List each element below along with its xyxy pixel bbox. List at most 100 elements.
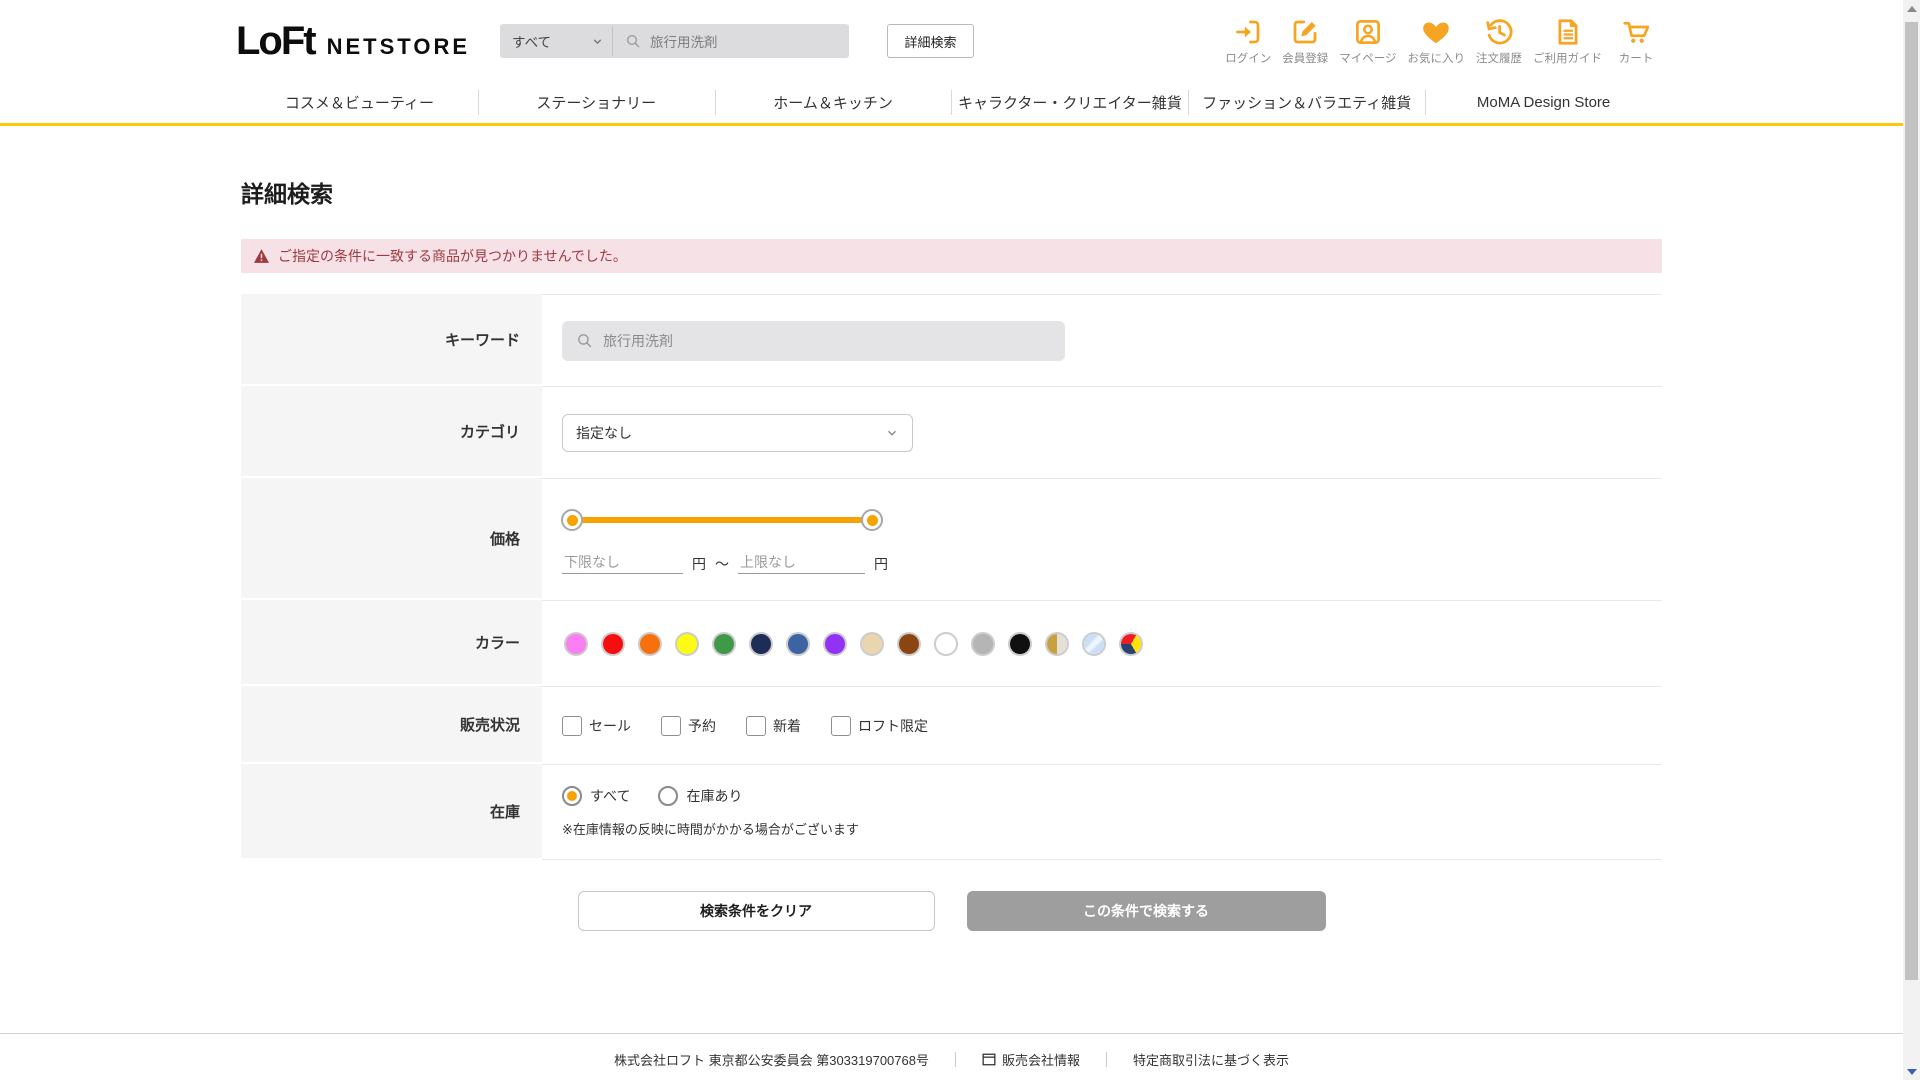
color-row: カラー xyxy=(241,600,1662,686)
color-swatch-green[interactable] xyxy=(714,633,734,654)
radio-button[interactable] xyxy=(562,786,582,806)
advanced-search-button[interactable]: 詳細検索 xyxy=(887,24,975,58)
search-pill: すべて xyxy=(500,24,850,58)
color-swatch-multicolor[interactable] xyxy=(1121,633,1141,654)
nav-item-stationery[interactable]: ステーショナリー xyxy=(477,82,715,123)
alert-message: ご指定の条件に一致する商品が見つかりませんでした。 xyxy=(278,248,627,264)
quicklink-label: 注文履歴 xyxy=(1476,52,1522,65)
quicklink-label: マイページ xyxy=(1339,52,1397,65)
scrollbar-up-arrow[interactable] xyxy=(1903,0,1920,17)
checkbox-label: 新着 xyxy=(773,717,801,734)
nav-item-fashion-variety[interactable]: ファッション＆バラエティ雑貨 xyxy=(1188,82,1425,123)
form-actions: 検索条件をクリア この条件で検索する xyxy=(241,891,1662,931)
checkbox-box[interactable] xyxy=(661,715,681,736)
header-search-input[interactable] xyxy=(650,33,841,49)
checkbox-label: ロフト限定 xyxy=(858,717,928,734)
checkbox-box[interactable] xyxy=(746,715,766,736)
quicklink-label: カート xyxy=(1618,52,1654,65)
radio-all[interactable]: すべて xyxy=(562,786,630,806)
heart-icon xyxy=(1421,17,1451,47)
page: LoFt NETSTORE すべて 詳細検索 xyxy=(0,0,1903,1080)
search-category-value: すべて xyxy=(512,35,552,50)
color-swatches xyxy=(562,633,1662,654)
category-nav: コスメ＆ビューティー ステーショナリー ホーム＆キッチン キャラクター・クリエイ… xyxy=(0,82,1903,126)
color-swatch-red[interactable] xyxy=(603,633,623,654)
color-swatch-black[interactable] xyxy=(1010,633,1030,654)
loft-logo[interactable]: LoFt NETSTORE xyxy=(236,19,470,64)
clear-conditions-button[interactable]: 検索条件をクリア xyxy=(577,891,935,931)
search-with-conditions-button[interactable]: この条件で検索する xyxy=(966,891,1326,931)
radio-in-stock[interactable]: 在庫あり xyxy=(658,786,742,806)
register-icon xyxy=(1290,17,1320,47)
checkbox-box[interactable] xyxy=(562,715,582,736)
quicklink-label: ログイン xyxy=(1225,52,1272,65)
login-icon xyxy=(1233,17,1263,47)
color-swatch-white[interactable] xyxy=(936,633,956,654)
category-label: カテゴリ xyxy=(241,386,542,478)
color-swatch-pink[interactable] xyxy=(566,633,586,654)
vertical-scrollbar[interactable] xyxy=(1903,0,1920,1080)
register-link[interactable]: 会員登録 xyxy=(1282,17,1328,66)
category-select[interactable]: 指定なし xyxy=(562,413,913,452)
color-swatch-navy[interactable] xyxy=(751,633,771,654)
price-slider-min-handle[interactable] xyxy=(561,509,583,531)
page-title: 詳細検索 xyxy=(241,181,333,207)
cart-link[interactable]: カート xyxy=(1613,17,1659,66)
order-history-link[interactable]: 注文履歴 xyxy=(1476,17,1522,66)
price-min-input[interactable] xyxy=(562,551,683,574)
footer-link-commercial-law[interactable]: 特定商取引法に基づく表示 xyxy=(1133,1050,1289,1069)
radio-button[interactable] xyxy=(658,786,679,806)
color-swatch-gold-silver[interactable] xyxy=(1047,633,1067,654)
search-icon xyxy=(576,332,593,349)
category-row: カテゴリ 指定なし xyxy=(241,386,1662,478)
scrollbar-thumb[interactable] xyxy=(1905,22,1918,980)
stock-note: ※在庫情報の反映に時間がかかる場合がございます xyxy=(562,822,859,837)
radio-label: すべて xyxy=(590,788,631,804)
radio-label: 在庫あり xyxy=(686,788,743,804)
color-swatch-beige[interactable] xyxy=(862,633,882,654)
checkbox-preorder[interactable]: 予約 xyxy=(661,715,716,736)
mypage-link[interactable]: マイページ xyxy=(1339,17,1397,66)
keyword-input[interactable] xyxy=(603,332,1023,349)
search-form: キーワード カテゴリ 指定なし xyxy=(241,294,1662,860)
checkbox-loft-exclusive[interactable]: ロフト限定 xyxy=(831,715,928,736)
cart-icon xyxy=(1621,17,1651,47)
color-swatch-gray[interactable] xyxy=(973,633,993,654)
color-swatch-yellow[interactable] xyxy=(677,633,697,654)
keyword-label: キーワード xyxy=(241,294,542,386)
top-bar: LoFt NETSTORE すべて 詳細検索 xyxy=(0,0,1903,82)
scrollbar-down-arrow[interactable] xyxy=(1903,1063,1920,1080)
category-select-value: 指定なし xyxy=(576,424,632,441)
footer-link-label: 販売会社情報 xyxy=(1001,1053,1080,1068)
nav-item-moma-design-store[interactable]: MoMA Design Store xyxy=(1425,82,1662,123)
checkbox-label: 予約 xyxy=(688,717,716,734)
color-swatch-orange[interactable] xyxy=(640,633,660,654)
price-max-input[interactable] xyxy=(738,551,865,574)
guide-link[interactable]: ご利用ガイド xyxy=(1533,17,1602,66)
login-link[interactable]: ログイン xyxy=(1225,17,1271,66)
no-results-alert: ご指定の条件に一致する商品が見つかりませんでした。 xyxy=(241,239,1662,273)
price-slider-max-handle[interactable] xyxy=(861,509,883,531)
favorites-link[interactable]: お気に入り xyxy=(1408,17,1465,66)
sale-status-label: 販売状況 xyxy=(241,686,542,764)
footer-link-seller-info[interactable]: 販売会社情報 xyxy=(982,1050,1080,1069)
guide-icon xyxy=(1553,17,1583,47)
color-swatch-blue[interactable] xyxy=(788,633,808,654)
price-row: 価格 円 ～ 円 xyxy=(241,478,1662,600)
color-swatch-brown[interactable] xyxy=(899,633,919,654)
search-category-select[interactable]: すべて xyxy=(500,24,612,58)
checkbox-box[interactable] xyxy=(831,715,851,736)
color-swatch-clear[interactable] xyxy=(1084,633,1104,654)
nav-item-home-kitchen[interactable]: ホーム＆キッチン xyxy=(714,82,952,123)
logo-loft-text: LoFt xyxy=(236,18,317,63)
chevron-down-icon xyxy=(591,35,604,48)
nav-item-character-creator[interactable]: キャラクター・クリエイター雑貨 xyxy=(951,82,1188,123)
keyword-input-wrap xyxy=(562,320,1065,361)
quicklink-label: 会員登録 xyxy=(1282,52,1329,65)
nav-item-cosme-beauty[interactable]: コスメ＆ビューティー xyxy=(241,82,478,123)
checkbox-sale[interactable]: セール xyxy=(562,715,631,736)
price-slider-track[interactable] xyxy=(572,517,872,523)
color-label: カラー xyxy=(241,600,542,686)
checkbox-new[interactable]: 新着 xyxy=(746,715,801,736)
color-swatch-purple[interactable] xyxy=(825,633,845,654)
